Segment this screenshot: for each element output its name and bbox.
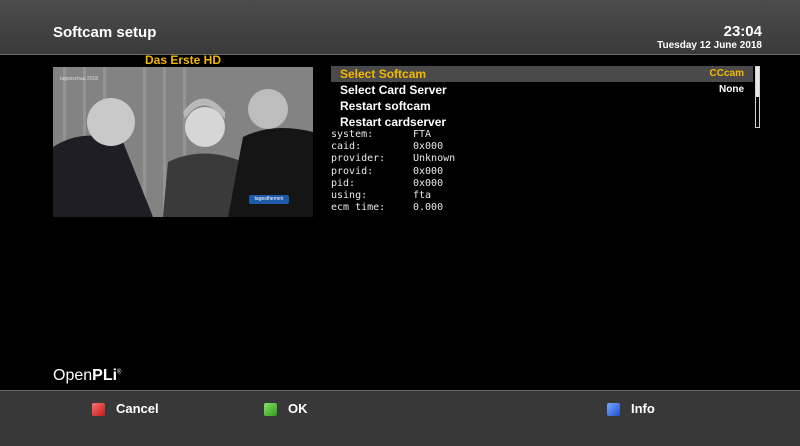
video-preview: tagesschau 2018 tagesthemen	[53, 67, 313, 217]
menu-item-value: None	[719, 84, 744, 95]
ok-label: OK	[288, 401, 308, 416]
blue-key-icon	[607, 403, 620, 416]
channel-name: Das Erste HD	[144, 53, 222, 67]
green-key-icon	[264, 403, 277, 416]
menu-item-restart-softcam[interactable]: Restart softcam	[331, 98, 753, 114]
preview-logo: tagesschau 2018	[60, 76, 99, 82]
softcam-menu[interactable]: Select Softcam CCcam Select Card Server …	[331, 66, 753, 130]
info-label: Info	[631, 401, 655, 416]
footer-bar: Cancel OK Info	[0, 390, 800, 446]
info-row-ecm-time: ecm time: 0.000	[331, 202, 444, 214]
preview-badge: tagesthemen	[249, 195, 289, 204]
menu-item-label: Restart cardserver	[340, 115, 447, 129]
scrollbar-thumb[interactable]	[756, 67, 759, 97]
clock-date: Tuesday 12 June 2018	[657, 40, 762, 51]
info-row-caid: caid: 0x000	[331, 141, 444, 153]
ecm-info-panel: system: FTA caid: 0x000 provider: Unknown p…	[331, 129, 455, 214]
menu-item-select-card-server[interactable]: Select Card Server None	[331, 82, 753, 98]
menu-item-label: Select Card Server	[340, 83, 447, 97]
menu-item-label: Restart softcam	[340, 99, 431, 113]
menu-item-restart-cardserver[interactable]: Restart cardserver	[331, 114, 753, 130]
info-row-system: system: FTA	[331, 129, 432, 140]
menu-item-label: Select Softcam	[340, 67, 427, 81]
menu-item-value: CCcam	[709, 68, 744, 79]
info-row-pid: pid: 0x000	[331, 177, 444, 189]
cancel-label: Cancel	[116, 401, 159, 416]
info-row-provid: provid: 0x000	[331, 165, 444, 177]
menu-item-select-softcam[interactable]: Select Softcam CCcam	[331, 66, 753, 82]
red-key-icon	[92, 403, 105, 416]
openpli-logo: OpenPLi®	[53, 367, 122, 384]
info-row-using: using: fta	[331, 189, 432, 201]
header-bar: Softcam setup 23:04 Tuesday 12 June 2018	[0, 0, 800, 55]
info-row-provider: provider: Unknown	[331, 153, 456, 165]
menu-scrollbar[interactable]	[755, 66, 760, 128]
page-title: Softcam setup	[53, 24, 157, 41]
clock-time: 23:04	[723, 23, 762, 40]
